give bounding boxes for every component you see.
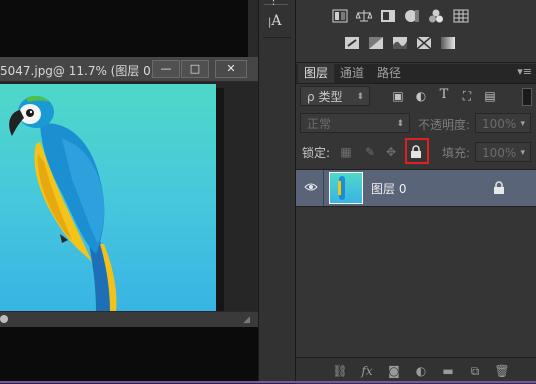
lock-image-icon[interactable]: ✎ (363, 145, 377, 159)
status-indicator-icon[interactable] (0, 315, 8, 323)
filter-type-dropdown[interactable]: ρ 类型 ⬍ (300, 86, 370, 106)
layer-thumbnail[interactable] (329, 172, 363, 204)
layers-bottom-bar: ⛓ fx ◙ ◐ ▬ ⧉ 🗑 (296, 357, 536, 384)
threshold-icon[interactable] (392, 36, 408, 50)
filter-pixel-icon[interactable]: ▣ (391, 89, 405, 103)
character-icon[interactable]: |A (268, 13, 282, 29)
lock-transparent-icon[interactable]: ▦ (339, 145, 353, 159)
canvas-background-top (0, 0, 248, 57)
fx-icon[interactable]: fx (359, 363, 375, 379)
filter-toggle-switch[interactable] (522, 88, 532, 106)
document-titlebar[interactable]: 5047.jpg@ 11.7% (图层 0, ... — □ ✕ (0, 57, 258, 82)
tab-layers[interactable]: 图层 (298, 64, 335, 83)
fill-field[interactable]: 100% ▾ (475, 142, 531, 162)
adjustments-panel (296, 0, 536, 63)
link-layers-icon[interactable]: ⛓ (332, 363, 348, 379)
layer-lock-icon (492, 181, 506, 195)
tool-strip-divider (263, 37, 291, 38)
gradient-map-icon[interactable] (440, 36, 456, 50)
panel-divider (258, 0, 259, 383)
resize-grip-icon[interactable]: ◢ (243, 315, 250, 325)
filter-adjustment-icon[interactable]: ◐ (414, 89, 428, 103)
layer-row[interactable]: 图层 0 (296, 169, 536, 207)
exposure-icon[interactable] (404, 9, 420, 23)
layers-list-empty-area[interactable] (296, 207, 536, 357)
layer-name[interactable]: 图层 0 (371, 180, 406, 197)
panel-menu-icon[interactable]: ▾≡ (517, 65, 532, 78)
opacity-label: 不透明度: (418, 118, 471, 132)
close-button[interactable]: ✕ (215, 60, 247, 78)
lock-fill-row: 锁定: ▦ ✎ ✥ 填充: 100% ▾ (296, 138, 536, 164)
opacity-field[interactable]: 100% ▾ (475, 113, 531, 133)
invert-icon[interactable] (344, 36, 360, 50)
dock-divider (295, 0, 296, 383)
document-title: 5047.jpg@ 11.7% (图层 0, ... (0, 64, 170, 78)
curves-icon[interactable] (380, 9, 396, 23)
add-mask-icon[interactable]: ◙ (386, 363, 402, 379)
filter-type-icon[interactable]: T (437, 88, 451, 102)
tab-channels[interactable]: 通道 (334, 64, 370, 83)
levels-icon[interactable] (355, 9, 373, 23)
parrot-image (0, 84, 216, 311)
tool-strip: ⋮ |A (259, 0, 296, 383)
filter-smart-object-icon[interactable]: ▤ (483, 89, 497, 103)
document-window[interactable]: 5047.jpg@ 11.7% (图层 0, ... — □ ✕ ◢ (0, 57, 259, 328)
brightness-icon[interactable] (332, 9, 348, 23)
channel-mixer-icon[interactable] (453, 9, 469, 23)
fill-label: 填充: (442, 146, 471, 160)
minimize-button[interactable]: — (152, 60, 180, 78)
lock-label: 锁定: (302, 146, 331, 160)
adjustment-layer-icon[interactable]: ◐ (413, 363, 429, 379)
new-layer-icon[interactable]: ⧉ (467, 363, 483, 379)
document-canvas[interactable] (0, 82, 258, 327)
visibility-eye-icon[interactable] (304, 181, 318, 195)
paragraph-icon[interactable]: ⋮ (268, 0, 284, 8)
image-shadow (216, 88, 224, 311)
lock-all-icon[interactable] (409, 145, 423, 159)
blend-mode-dropdown[interactable]: 正常 ⬍ (300, 113, 410, 133)
new-group-icon[interactable]: ▬ (440, 363, 456, 379)
maximize-button[interactable]: □ (181, 60, 209, 78)
vibrance-icon[interactable] (428, 9, 444, 23)
filter-shape-icon[interactable]: ⛶ (460, 89, 474, 103)
right-panel-dock: 图层 通道 路径 ▾≡ ρ 类型 ⬍ ▣ ◐ T ⛶ ▤ 正常 ⬍ 不透明度: 10… (296, 0, 536, 384)
document-statusbar: ◢ (0, 311, 258, 328)
delete-layer-icon[interactable]: 🗑 (494, 363, 510, 379)
selective-color-icon[interactable] (416, 36, 432, 50)
blend-opacity-row: 正常 ⬍ 不透明度: 100% ▾ (296, 112, 536, 134)
lock-position-icon[interactable]: ✥ (384, 145, 398, 159)
layers-panel-tabs: 图层 通道 路径 ▾≡ (296, 64, 536, 84)
canvas-background-bottom (0, 327, 258, 383)
layer-row-separator (323, 170, 324, 206)
posterize-icon[interactable] (368, 36, 384, 50)
tab-paths[interactable]: 路径 (371, 64, 407, 83)
layer-filter-row: ρ 类型 ⬍ ▣ ◐ T ⛶ ▤ (296, 85, 536, 107)
